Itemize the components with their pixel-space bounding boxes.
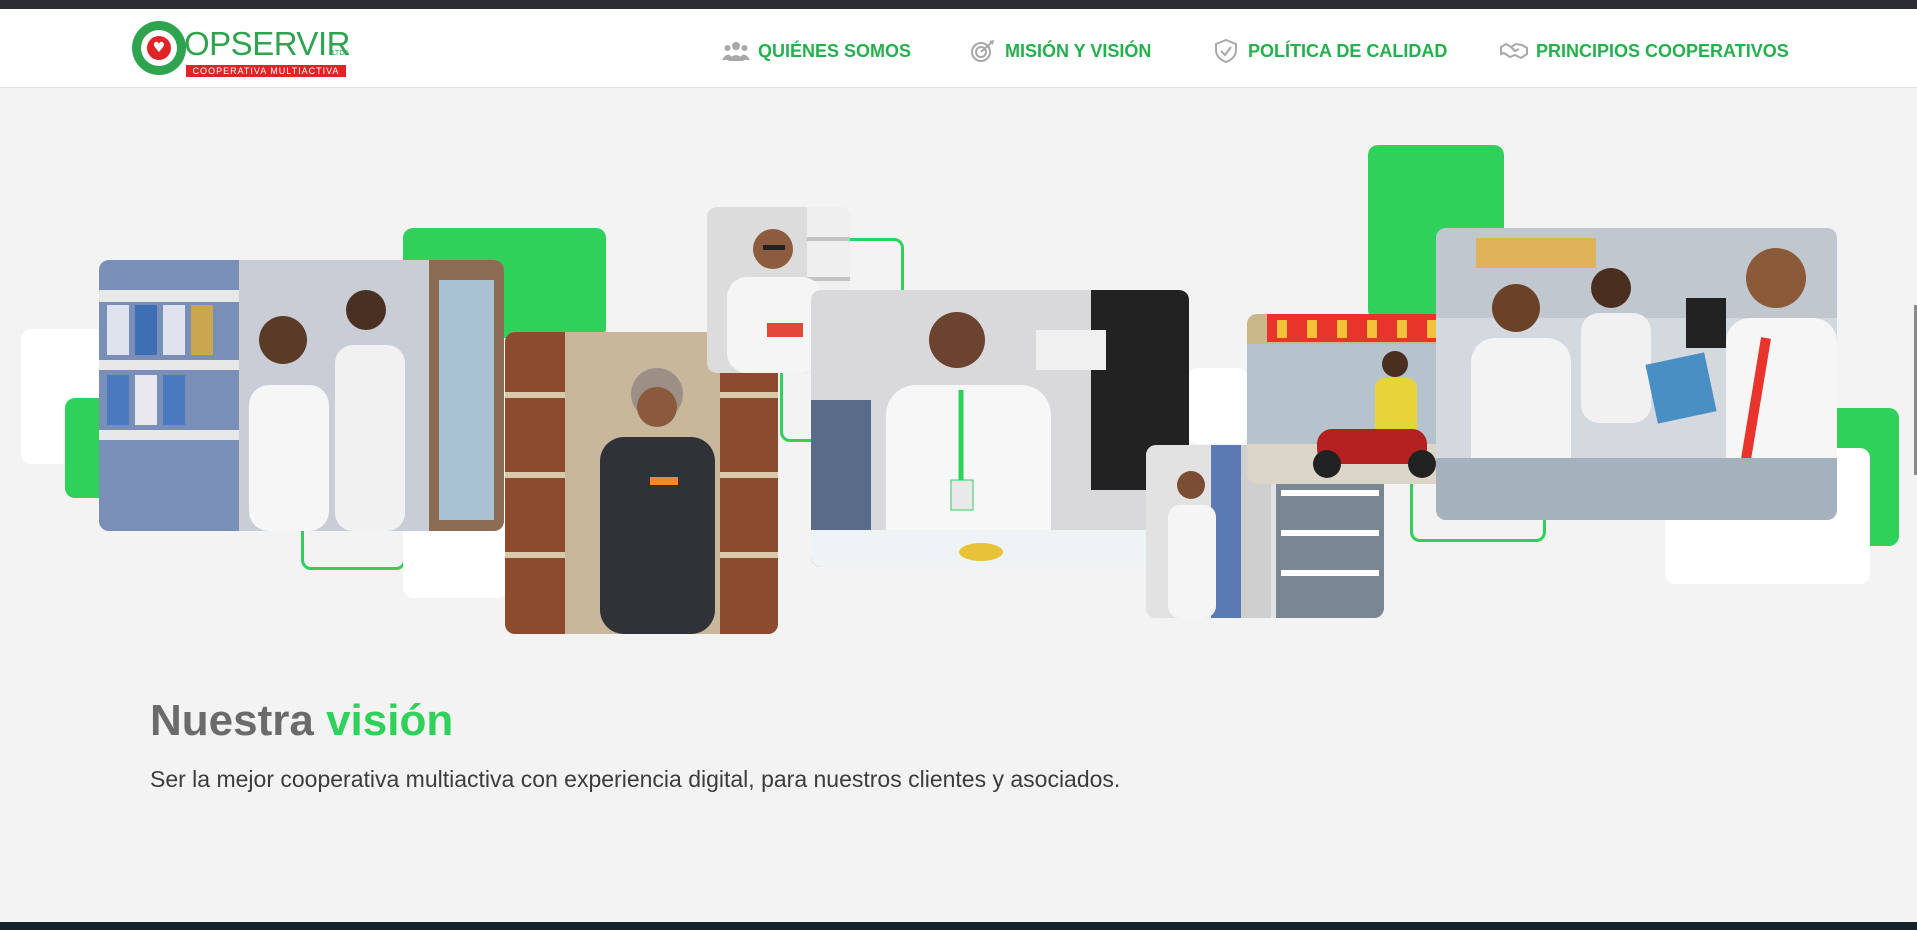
target-icon bbox=[971, 40, 994, 62]
nav-label: MISIÓN Y VISIÓN bbox=[1005, 40, 1152, 61]
footer-edge bbox=[0, 922, 1917, 930]
logo-tagline: COOPERATIVA MULTIACTIVA bbox=[186, 65, 346, 77]
nav-item-principios-cooperativos[interactable]: PRINCIPIOS COOPERATIVOS bbox=[1500, 39, 1789, 63]
decor-white-block bbox=[1188, 368, 1248, 444]
logo-suffix: LTDA bbox=[332, 49, 350, 57]
people-icon bbox=[722, 42, 750, 61]
copservir-logo[interactable]: ♥ OPSERVIR LTDA COOPERATIVA MULTIACTIVA bbox=[132, 21, 352, 79]
vision-title-part2: visión bbox=[326, 696, 454, 745]
vision-text: Ser la mejor cooperativa multiactiva con… bbox=[150, 766, 1121, 792]
shield-icon bbox=[1215, 39, 1237, 63]
nav-item-quienes-somos[interactable]: QUIÉNES SOMOS bbox=[722, 39, 911, 63]
photo-man-on-phone bbox=[811, 290, 1189, 567]
photo-pharmacists-shelves bbox=[99, 260, 504, 531]
logo-emblem: ♥ bbox=[132, 21, 186, 75]
vision-title: Nuestra visión bbox=[150, 696, 453, 746]
vision-title-part1: Nuestra bbox=[150, 696, 314, 745]
nav-item-mision-vision[interactable]: MISIÓN Y VISIÓN bbox=[969, 39, 1151, 63]
photo-counter-service bbox=[1436, 228, 1837, 520]
nav-label: PRINCIPIOS COOPERATIVOS bbox=[1536, 40, 1789, 61]
site-header: ♥ OPSERVIR LTDA COOPERATIVA MULTIACTIVA … bbox=[0, 9, 1917, 88]
nav-label: QUIÉNES SOMOS bbox=[758, 40, 912, 61]
nav-item-politica-calidad[interactable]: POLÍTICA DE CALIDAD bbox=[1212, 39, 1447, 63]
logo-brand-text: OPSERVIR bbox=[184, 25, 350, 62]
nav-label: POLÍTICA DE CALIDAD bbox=[1248, 40, 1448, 61]
heart-icon: ♥ bbox=[147, 36, 171, 60]
browser-top-strip bbox=[0, 0, 1917, 9]
photo-courier-helmet bbox=[505, 332, 778, 634]
handshake-icon bbox=[1500, 42, 1528, 60]
